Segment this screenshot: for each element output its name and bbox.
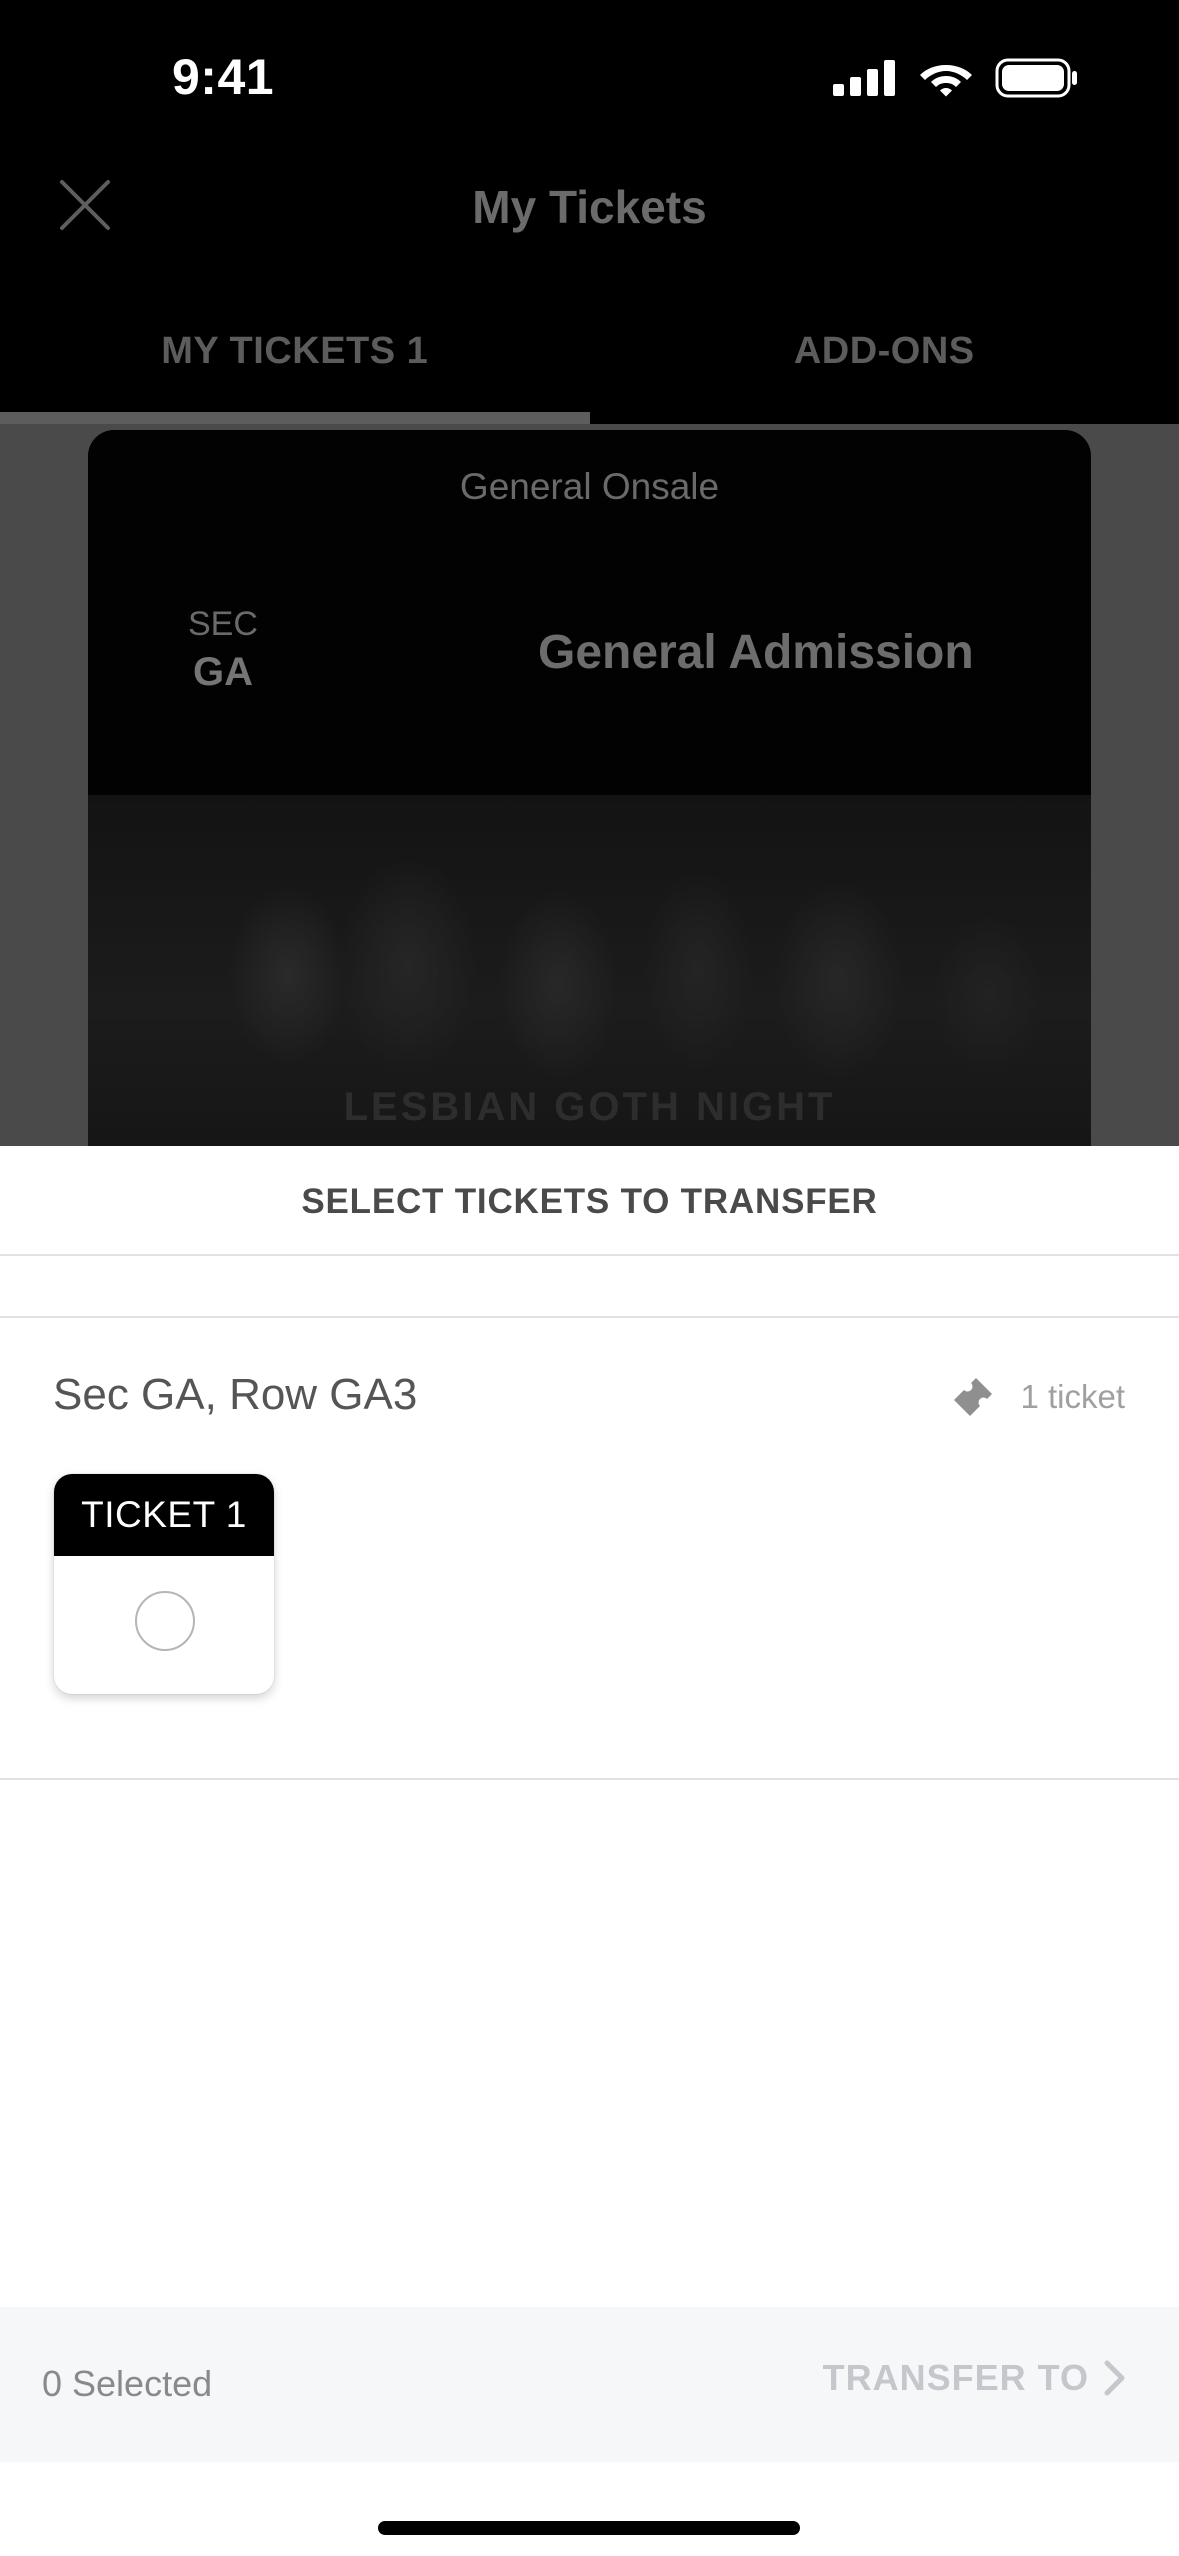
transfer-to-button[interactable]: TRANSFER TO — [823, 2357, 1127, 2399]
chevron-right-icon — [1104, 2360, 1125, 2396]
ticket-radio[interactable] — [135, 1591, 195, 1651]
ticket-tile-label: TICKET 1 — [54, 1474, 274, 1556]
selected-count: 0 Selected — [42, 2363, 213, 2404]
ticket-subtitle: General Onsale — [459, 466, 720, 507]
wifi-icon — [920, 65, 972, 97]
active-tab-indicator — [0, 412, 590, 424]
page-title: My Tickets — [472, 181, 707, 233]
status-bar: 9:41 — [0, 0, 1179, 150]
event-image: LESBIAN GOTH NIGHT — [88, 795, 1091, 1146]
signal-icon — [833, 60, 895, 96]
ticket-select-tile[interactable]: TICKET 1 — [54, 1474, 274, 1694]
tab-add-ons[interactable]: ADD-ONS — [590, 310, 1179, 425]
screen: 9:41 My Tickets MY TICKETS 1 ADD-ONS Gen… — [0, 0, 1179, 2556]
event-name: LESBIAN GOTH NIGHT — [343, 1085, 836, 1129]
section-value: GA — [192, 650, 253, 694]
ticket-count: 1 ticket — [952, 1376, 1125, 1418]
status-time: 9:41 — [172, 49, 275, 105]
footer-bar: 0 Selected TRANSFER TO — [0, 2307, 1179, 2462]
tab-bar: MY TICKETS 1 ADD-ONS — [0, 310, 1179, 425]
divider — [0, 1778, 1179, 1780]
home-indicator[interactable] — [378, 2521, 800, 2535]
battery-icon — [995, 58, 1077, 98]
transfer-to-label: TRANSFER TO — [822, 2357, 1089, 2398]
tab-my-tickets[interactable]: MY TICKETS 1 — [0, 310, 590, 425]
section-info: SEC GA — [188, 605, 258, 695]
divider — [0, 1254, 1179, 1256]
divider — [0, 1316, 1179, 1318]
section-label: SEC — [188, 605, 258, 643]
admission-type: General Admission — [538, 626, 974, 679]
ticket-card: General Onsale SEC GA General Admission … — [88, 430, 1091, 1146]
ticket-group-label: Sec GA, Row GA3 — [53, 1370, 418, 1419]
ticket-icon — [954, 1378, 993, 1416]
sheet-title: SELECT TICKETS TO TRANSFER — [301, 1182, 878, 1221]
status-icons — [833, 58, 1079, 98]
ticket-count-text: 1 ticket — [1020, 1378, 1125, 1415]
